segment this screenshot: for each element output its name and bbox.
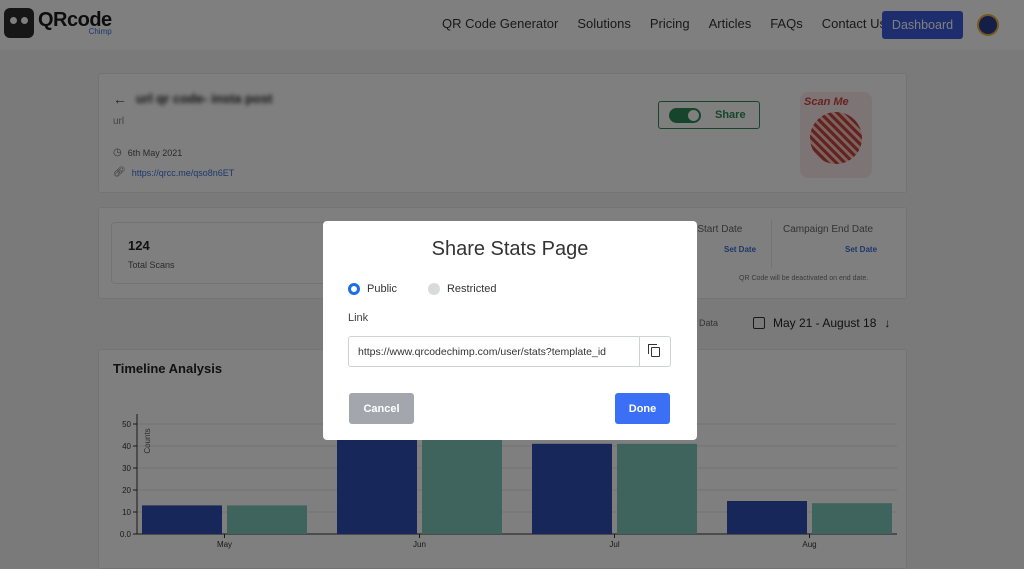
link-label: Link (348, 312, 369, 324)
link-field (348, 336, 671, 367)
copy-icon (647, 343, 660, 357)
radio-public[interactable] (348, 283, 360, 295)
copy-button[interactable] (639, 337, 670, 366)
radio-restricted-label[interactable]: Restricted (447, 283, 497, 295)
share-link-input[interactable] (349, 337, 640, 366)
visibility-options: Public Restricted (348, 283, 497, 295)
cancel-button[interactable]: Cancel (349, 393, 414, 424)
done-button[interactable]: Done (615, 393, 670, 424)
modal-title: Share Stats Page (431, 238, 589, 260)
share-stats-modal: Share Stats Page Public Restricted Link … (323, 221, 697, 440)
radio-public-label[interactable]: Public (367, 283, 397, 295)
radio-restricted[interactable] (427, 283, 440, 295)
